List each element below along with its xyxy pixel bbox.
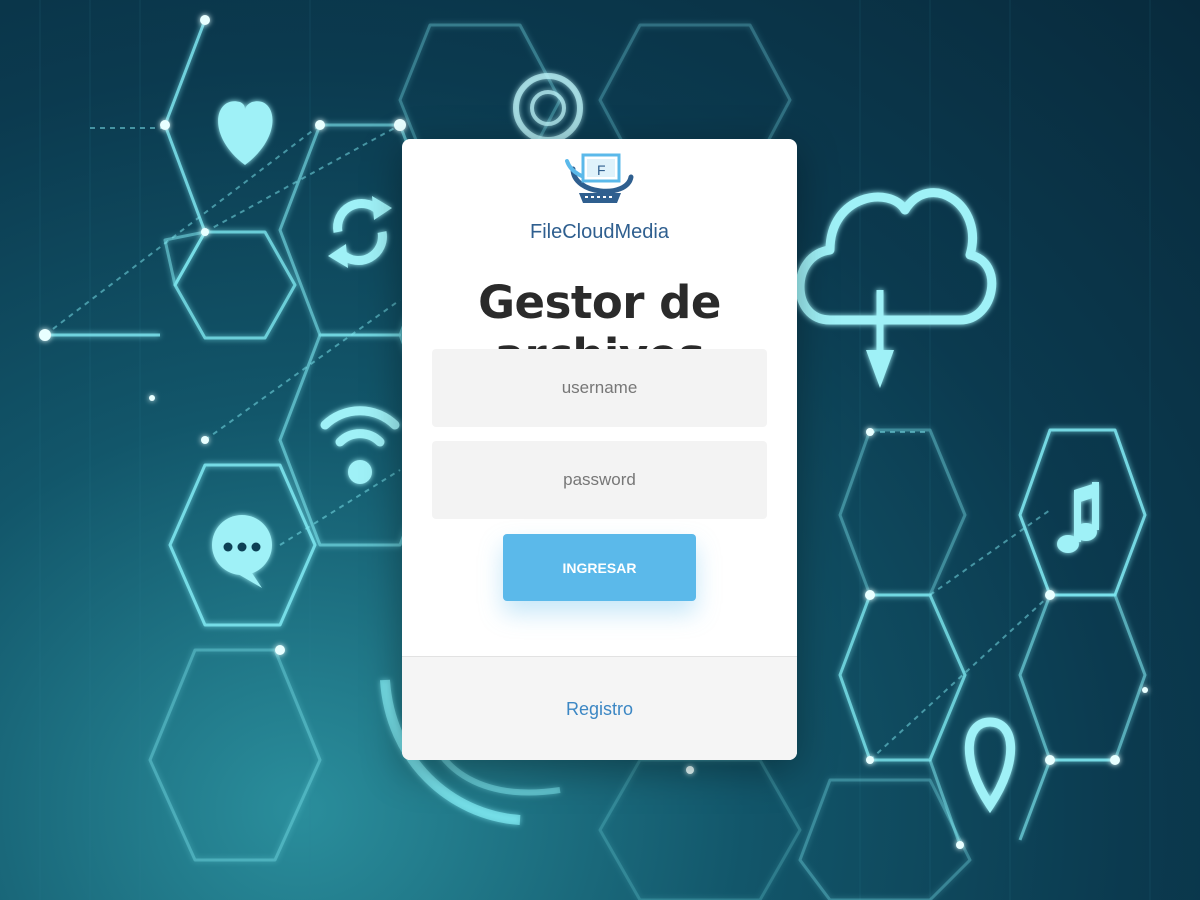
brand-name: FileCloudMedia [530,221,669,243]
card-footer: Registro [402,656,797,760]
heart-icon [218,101,273,165]
wifi-icon [320,406,400,447]
login-card: F FileCloudMedia Gestor de archivos INGR… [402,139,797,760]
username-input[interactable] [432,349,767,427]
password-input[interactable] [432,441,767,519]
login-button[interactable]: INGRESAR [503,534,696,601]
location-pin-icon [964,717,1016,814]
monitor-f-logo-icon: F [564,153,633,203]
chat-icon [212,515,272,588]
cloud-download-icon [795,188,997,355]
brand-logo: F FileCloudMedia [402,147,797,244]
register-link[interactable]: Registro [566,699,633,720]
music-note-icon [1057,482,1099,553]
svg-text:F: F [597,162,606,178]
